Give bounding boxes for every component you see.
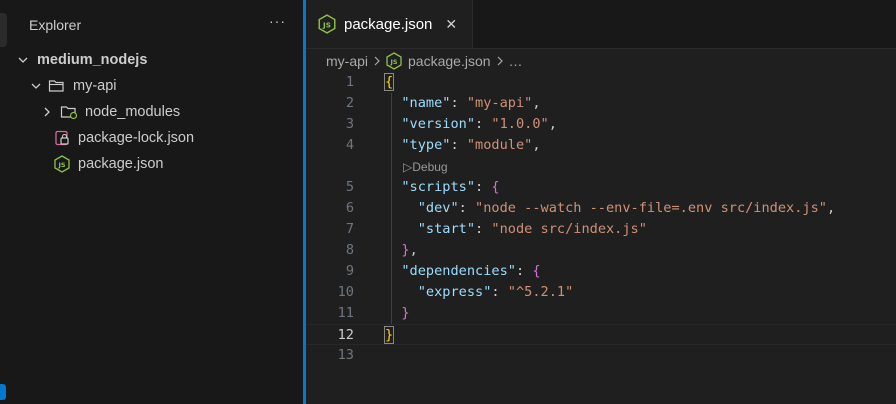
bracket: } [401,242,410,258]
json-key: "express" [417,284,492,300]
code-line-current: 12 } [306,324,896,345]
nodejs-icon: JS [318,14,336,34]
json-key: "scripts" [401,179,476,195]
more-actions-button[interactable]: ··· [269,13,286,29]
line-number: 2 [345,95,354,111]
tab-label: package.json [344,15,433,33]
json-key: "type" [401,137,451,153]
tree-file-package-lock[interactable]: package-lock.json [8,126,348,150]
svg-text:JS: JS [57,161,65,169]
json-string: "node src/index.js" [491,221,647,237]
bracket: { [491,179,500,195]
code-line: 10 "express": "^5.2.1" [306,282,896,303]
tree-folder-my-api[interactable]: my-api [8,74,325,98]
line-number: 1 [345,74,354,90]
tree-root-folder[interactable]: medium_nodejs [8,48,312,72]
folder-open-icon [48,77,66,95]
explorer-sidebar: Explorer ··· medium_nodejs my-api node_m… [8,0,303,404]
tab-bar: JS package.json ✕ [306,0,896,49]
tab-package-json[interactable]: JS package.json ✕ [306,0,473,48]
json-string: "module" [466,137,533,153]
breadcrumb-file[interactable]: package.json [408,53,491,69]
tree-folder-label: my-api [73,78,117,94]
bracket: } [383,326,395,344]
node-modules-folder-icon [60,103,78,121]
explorer-title: Explorer [29,17,82,33]
code-line: 6 "dev": "node --watch --env-file=.env s… [306,198,896,219]
line-number: 13 [337,347,354,363]
json-string: "node --watch --env-file=.env src/index.… [475,200,827,216]
tree-item-label: package-lock.json [78,130,195,146]
activity-explorer-indicator[interactable] [0,13,7,47]
line-number: 4 [345,137,354,153]
debug-codelens[interactable]: ▷Debug [403,159,448,175]
breadcrumb: my-api JS package.json … [326,51,523,71]
code-line: 5 "scripts": { [306,177,896,198]
breadcrumb-folder[interactable]: my-api [326,53,368,69]
lock-file-icon [53,129,71,147]
bracket: { [383,73,395,91]
chevron-right-icon [41,106,53,118]
close-icon[interactable]: ✕ [445,16,457,33]
json-string: "1.0.0" [491,116,549,132]
tree-item-label: node_modules [85,104,181,120]
code-line: 9 "dependencies": { [306,261,896,282]
line-number: 6 [345,200,354,216]
tree-item-label: package.json [78,156,164,172]
json-key: "dev" [417,200,459,216]
nodejs-icon: JS [386,52,402,70]
line-number: 9 [345,263,354,279]
code-line: 2 "name": "my-api", [306,93,896,114]
line-number: 8 [345,242,354,258]
breadcrumb-more[interactable]: … [509,53,523,69]
line-number: 7 [345,221,354,237]
json-key: "version" [401,116,476,132]
activity-bar [0,0,8,404]
chevron-right-icon [496,54,504,69]
line-number: 10 [337,284,354,300]
code-line: 11 } [306,303,896,324]
json-key: "start" [417,221,476,237]
line-number: 12 [337,327,354,343]
code-line: 7 "start": "node src/index.js" [306,219,896,240]
json-string: "^5.2.1" [507,284,574,300]
code-line: 3 "version": "1.0.0", [306,114,896,135]
code-line: 8 }, [306,240,896,261]
line-number: 3 [345,116,354,132]
json-key: "name" [401,95,451,111]
tree-folder-node-modules[interactable]: node_modules [8,100,336,124]
bracket: { [532,263,541,279]
tree-file-package-json[interactable]: JS package.json [8,152,348,176]
code-line: 4 "type": "module", [306,135,896,156]
chevron-right-icon [373,54,381,69]
bracket: } [401,305,410,321]
code-line: 13 [306,345,896,366]
activity-badge [0,384,6,400]
tree-root-label: medium_nodejs [37,52,148,68]
chevron-down-icon [17,54,29,66]
editor-area: JS package.json ✕ my-api JS package.json… [306,0,896,404]
json-key: "dependencies" [401,263,516,279]
code-line: 1 { [306,72,896,93]
svg-text:JS: JS [389,58,397,66]
nodejs-icon: JS [53,155,71,173]
chevron-down-icon [30,80,42,92]
json-string: "my-api" [466,95,533,111]
line-number: 11 [337,305,354,321]
svg-text:JS: JS [322,21,331,30]
line-number: 5 [345,179,354,195]
